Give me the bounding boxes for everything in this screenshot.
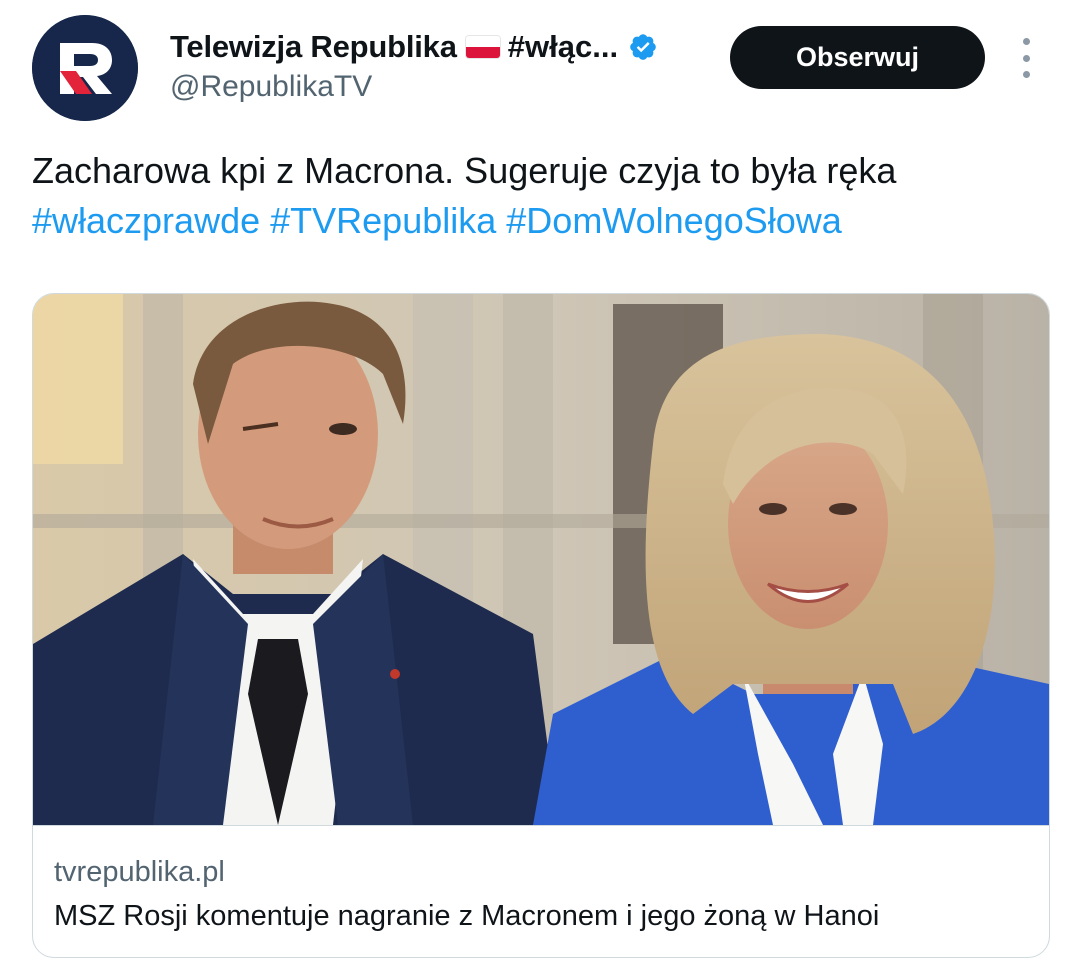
tweet-body: Zacharowa kpi z Macrona. Sugeruje czyja … xyxy=(32,150,897,191)
hashtag-link[interactable]: #DomWolnegoSłowa xyxy=(506,200,842,241)
card-footer[interactable]: tvrepublika.pl MSZ Rosji komentuje nagra… xyxy=(33,825,1049,957)
poland-flag-icon xyxy=(465,36,500,58)
card-title: MSZ Rosji komentuje nagranie z Macronem … xyxy=(54,900,880,932)
verified-badge-icon[interactable] xyxy=(628,32,658,62)
tweet-text: Zacharowa kpi z Macrona. Sugeruje czyja … xyxy=(32,146,1052,246)
avatar[interactable] xyxy=(32,15,138,121)
follow-button[interactable]: Obserwuj xyxy=(730,26,985,89)
hashtag-link[interactable]: #TVRepublika xyxy=(270,200,496,241)
card-domain: tvrepublika.pl xyxy=(54,856,225,888)
hashtag-list: #właczprawde #TVRepublika #DomWolnegoSło… xyxy=(32,196,1052,246)
card-image[interactable] xyxy=(33,294,1049,825)
tweet: Telewizja Republika #włąc... @RepublikaT… xyxy=(0,0,1080,962)
author-name-row[interactable]: Telewizja Republika #włąc... xyxy=(170,26,658,68)
republika-logo-icon xyxy=(32,15,138,121)
author-display-name-tail[interactable]: #włąc... xyxy=(508,29,618,65)
more-vertical-icon[interactable] xyxy=(1014,38,1038,78)
author-handle[interactable]: @RepublikaTV xyxy=(170,70,372,104)
author-display-name[interactable]: Telewizja Republika xyxy=(170,29,457,65)
hashtag-link[interactable]: #właczprawde xyxy=(32,200,260,241)
link-card[interactable]: tvrepublika.pl MSZ Rosji komentuje nagra… xyxy=(32,293,1050,958)
